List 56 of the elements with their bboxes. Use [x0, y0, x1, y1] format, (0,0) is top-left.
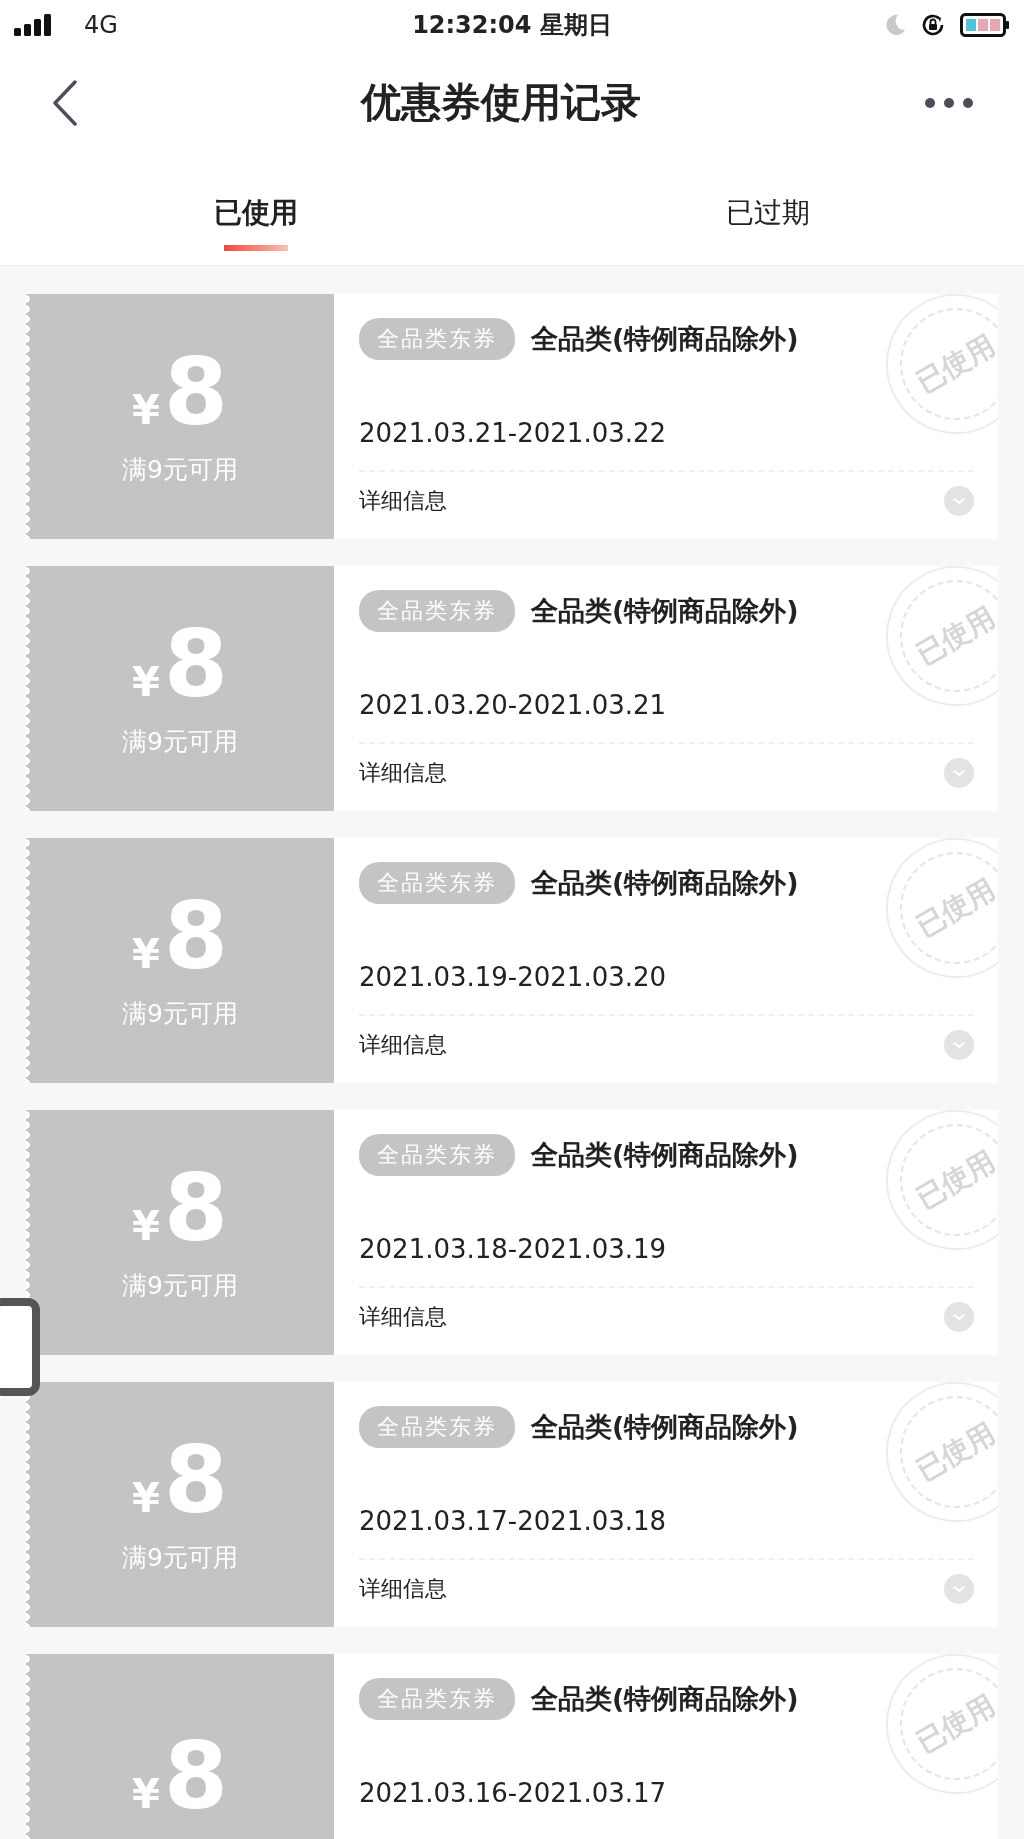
currency-symbol: ¥ — [132, 1203, 160, 1249]
coupon-title: 全品类(特例商品除外) — [531, 322, 799, 356]
coupon-amount: 8 — [163, 619, 228, 711]
coupon-title: 全品类(特例商品除外) — [531, 1410, 799, 1444]
coupon-title: 全品类(特例商品除外) — [531, 1138, 799, 1172]
page-title: 优惠券使用记录 — [361, 78, 641, 127]
currency-symbol: ¥ — [132, 1770, 160, 1817]
coupon-tag: 全品类东券 — [359, 1406, 515, 1448]
validity-dates: 2021.03.19-2021.03.20 — [359, 962, 668, 992]
coupon-title: 全品类(特例商品除外) — [531, 866, 799, 900]
battery-icon — [960, 13, 1010, 37]
chevron-down-icon[interactable] — [944, 486, 974, 516]
coupon-condition: 满9元可用 — [122, 726, 238, 758]
network-type: 4G — [84, 11, 118, 39]
details-link[interactable]: 详细信息 — [359, 1302, 447, 1332]
currency-symbol: ¥ — [132, 659, 160, 705]
details-link[interactable]: 详细信息 — [359, 1030, 447, 1060]
coupon-amount: 8 — [163, 891, 228, 983]
coupon-tag: 全品类东券 — [359, 1134, 515, 1176]
chevron-down-icon[interactable] — [944, 758, 974, 788]
validity-dates: 2021.03.16-2021.03.17 — [359, 1778, 668, 1808]
signal-icon — [14, 14, 54, 36]
coupon-condition: 满9元可用 — [122, 1270, 238, 1302]
currency-symbol: ¥ — [132, 387, 160, 433]
coupon-tag: 全品类东券 — [359, 590, 515, 632]
details-link[interactable]: 详细信息 — [359, 1574, 447, 1604]
more-icon[interactable] — [924, 96, 974, 109]
currency-symbol: ¥ — [132, 931, 160, 977]
moon-icon — [884, 14, 906, 36]
currency-symbol: ¥ — [132, 1475, 160, 1521]
coupon-condition: 满9元可用 — [122, 1542, 238, 1574]
coupon-amount: 8 — [163, 347, 228, 439]
details-link[interactable]: 详细信息 — [359, 486, 447, 516]
coupon-condition: 满9元可用 — [122, 454, 238, 486]
details-link[interactable]: 详细信息 — [359, 758, 447, 788]
coupon-title: 全品类(特例商品除外) — [531, 1682, 799, 1716]
coupon-title: 全品类(特例商品除外) — [531, 594, 799, 628]
chevron-down-icon[interactable] — [944, 1302, 974, 1332]
coupon-amount: 8 — [163, 1730, 228, 1823]
back-icon[interactable] — [52, 79, 78, 126]
floating-handle[interactable] — [0, 1298, 40, 1396]
coupon-tag: 全品类东券 — [359, 1678, 515, 1720]
coupon-amount: 8 — [163, 1435, 228, 1527]
coupon-condition: 满9元可用 — [122, 998, 238, 1030]
validity-dates: 2021.03.17-2021.03.18 — [359, 1506, 668, 1536]
tab[interactable]: 已过期 — [716, 155, 820, 251]
rotation-lock-icon — [920, 12, 946, 38]
validity-dates: 2021.03.20-2021.03.21 — [359, 690, 668, 720]
validity-dates: 2021.03.18-2021.03.19 — [359, 1234, 668, 1264]
coupon-tag: 全品类东券 — [359, 862, 515, 904]
chevron-down-icon[interactable] — [944, 1030, 974, 1060]
coupon-amount: 8 — [163, 1163, 228, 1255]
chevron-down-icon[interactable] — [944, 1574, 974, 1604]
status-time: 12:32:04 星期日 — [412, 10, 612, 41]
validity-dates: 2021.03.21-2021.03.22 — [359, 418, 668, 448]
coupon-tag: 全品类东券 — [359, 318, 515, 360]
